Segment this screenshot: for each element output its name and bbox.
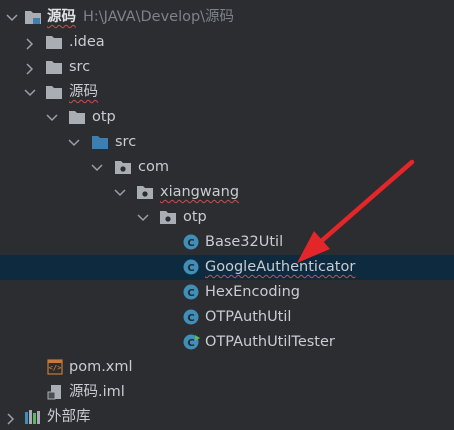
tree-node-label: 外部库: [47, 409, 91, 425]
tree-node-xiangwang[interactable]: xiangwang: [0, 180, 454, 205]
tree-node-module[interactable]: 源码: [0, 80, 454, 105]
tree-node-label: src: [69, 59, 91, 75]
chevron-right-icon[interactable]: [25, 30, 37, 55]
chevron-down-icon[interactable]: [91, 155, 103, 180]
chevron-down-icon[interactable]: [68, 130, 80, 155]
tree-node-label: otp: [183, 209, 207, 225]
module-file-icon: [46, 380, 64, 405]
tree-node-file[interactable]: C HexEncoding: [0, 280, 454, 305]
tree-node-otp-dir[interactable]: otp: [0, 105, 454, 130]
maven-icon: </>: [46, 355, 64, 380]
tree-node-label: Base32Util: [205, 234, 284, 250]
folder-icon: [91, 130, 109, 155]
tree-node-file[interactable]: C OTPAuthUtil: [0, 305, 454, 330]
svg-text:C: C: [187, 263, 194, 274]
package-icon: [136, 180, 154, 205]
tree-node-label: .idea: [69, 34, 105, 50]
class-icon: C: [183, 230, 201, 255]
folder-icon: [24, 5, 42, 30]
tree-node-label: src: [115, 134, 137, 150]
tree-node-file-selected[interactable]: C GoogleAuthenticator: [0, 255, 454, 280]
tree-node-external-libraries[interactable]: 外部库: [0, 405, 454, 430]
folder-icon: [45, 80, 63, 105]
package-icon: [159, 205, 177, 230]
package-icon: [114, 155, 132, 180]
class-icon: C: [183, 280, 201, 305]
root-folder-label: 源码: [47, 9, 76, 25]
runnable-class-icon: C: [183, 330, 201, 355]
tree-node-file[interactable]: C OTPAuthUtilTester: [0, 330, 454, 355]
chevron-down-icon[interactable]: [6, 5, 18, 30]
tree-node-label: xiangwang: [160, 184, 240, 200]
tree-node-label: OTPAuthUtilTester: [205, 334, 335, 350]
folder-icon: [45, 30, 63, 55]
tree-node-label: pom.xml: [69, 359, 133, 375]
tree-node-com[interactable]: com: [0, 155, 454, 180]
tree-node-label: GoogleAuthenticator: [205, 259, 356, 275]
tree-node-iml[interactable]: 源码.iml: [0, 380, 454, 405]
tree-node-label: otp: [92, 109, 116, 125]
svg-text:C: C: [187, 238, 194, 249]
tree-node-otp-package[interactable]: otp: [0, 205, 454, 230]
class-icon: C: [183, 255, 201, 280]
root-folder-path: H:\JAVA\Develop\源码: [83, 9, 235, 25]
tree-node-label: OTPAuthUtil: [205, 309, 292, 325]
chevron-down-icon[interactable]: [137, 205, 149, 230]
folder-icon: [45, 55, 63, 80]
chevron-right-icon[interactable]: [6, 405, 18, 430]
tree-node-file[interactable]: C Base32Util: [0, 230, 454, 255]
tree-node-label: 源码: [69, 84, 98, 100]
tree-node-label: com: [138, 159, 169, 175]
chevron-down-icon[interactable]: [46, 105, 58, 130]
svg-text:C: C: [187, 288, 194, 299]
project-tree: 源码 H:\JAVA\Develop\源码 .idea src 源码 otp s…: [0, 5, 454, 430]
library-icon: [24, 405, 42, 430]
chevron-down-icon[interactable]: [24, 80, 36, 105]
tree-node-pom[interactable]: </> pom.xml: [0, 355, 454, 380]
chevron-down-icon[interactable]: [114, 180, 126, 205]
tree-node-label: HexEncoding: [205, 284, 300, 300]
svg-text:C: C: [187, 338, 194, 349]
class-icon: C: [183, 305, 201, 330]
folder-icon: [68, 105, 86, 130]
svg-text:</>: </>: [49, 364, 62, 372]
chevron-right-icon[interactable]: [25, 55, 37, 80]
tree-node-idea[interactable]: .idea: [0, 30, 454, 55]
tree-node-root[interactable]: 源码 H:\JAVA\Develop\源码: [0, 5, 454, 30]
tree-node-src[interactable]: src: [0, 55, 454, 80]
svg-text:C: C: [187, 313, 194, 324]
tree-node-label: 源码.iml: [69, 384, 125, 400]
tree-node-src-root[interactable]: src: [0, 130, 454, 155]
